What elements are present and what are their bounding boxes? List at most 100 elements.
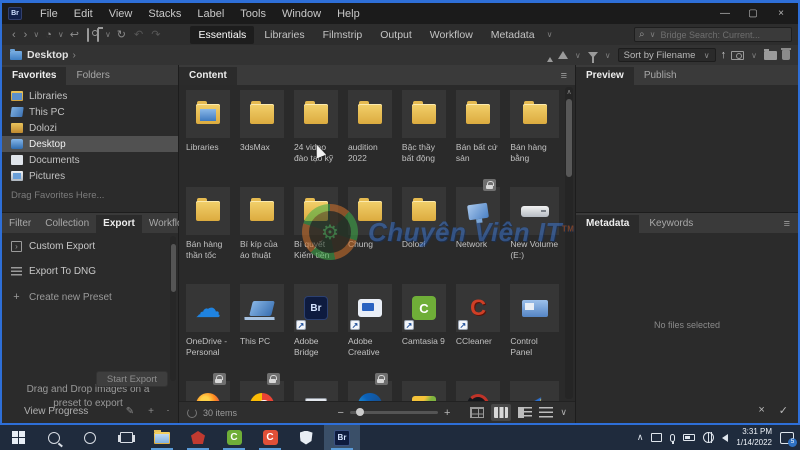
workspace-tab-libraries[interactable]: Libraries bbox=[256, 26, 312, 44]
display-tray-icon[interactable] bbox=[651, 433, 663, 442]
search-input[interactable] bbox=[660, 29, 787, 40]
grid-lock-view-icon[interactable] bbox=[470, 407, 485, 418]
menu-edit[interactable]: Edit bbox=[66, 6, 101, 22]
microphone-tray-icon[interactable] bbox=[670, 433, 676, 444]
nav-chevron-icon[interactable]: ∨ bbox=[31, 30, 41, 39]
redo-icon[interactable]: ↷ bbox=[147, 28, 164, 41]
search-box[interactable]: ⌕ ∨ bbox=[634, 27, 792, 42]
zoom-out-icon[interactable]: − bbox=[338, 407, 344, 419]
content-item[interactable]: Libraries bbox=[184, 87, 232, 184]
metadata-cancel-icon[interactable]: × bbox=[758, 404, 764, 417]
search-chevron-icon[interactable]: ∨ bbox=[648, 30, 658, 39]
metadata-menu-icon[interactable]: ≡ bbox=[776, 218, 798, 233]
export-to-dng-item[interactable]: Export To DNG bbox=[2, 252, 178, 277]
workspace-tab-metadata[interactable]: Metadata bbox=[483, 26, 543, 44]
content-item[interactable]: ↗ bbox=[346, 373, 394, 401]
get-photos-chevron-icon[interactable]: ∨ bbox=[749, 51, 759, 60]
sidebar-item-dolozi[interactable]: Dolozi bbox=[2, 120, 178, 136]
filter-funnel-icon[interactable] bbox=[587, 52, 598, 63]
content-item[interactable]: ↗ bbox=[454, 378, 502, 401]
close-button[interactable]: × bbox=[774, 8, 788, 19]
stack-chevron-icon[interactable]: ∨ bbox=[103, 30, 113, 39]
forward-icon[interactable]: › bbox=[20, 29, 32, 41]
sidebar-item-libraries[interactable]: Libraries bbox=[2, 88, 178, 104]
tab-metadata[interactable]: Metadata bbox=[576, 215, 640, 233]
content-item[interactable]: Bí kíp của áo thuật p... cách bbox=[238, 184, 286, 281]
network-tray-icon[interactable] bbox=[703, 432, 715, 443]
content-item[interactable]: Chung bbox=[346, 184, 394, 281]
content-item[interactable]: Control Panel bbox=[508, 281, 561, 378]
menu-window[interactable]: Window bbox=[274, 6, 329, 22]
tab-folders[interactable]: Folders bbox=[66, 67, 119, 85]
taskbar-adobe-bridge[interactable]: Br bbox=[324, 425, 360, 450]
delete-icon[interactable] bbox=[781, 48, 791, 60]
menu-label[interactable]: Label bbox=[189, 6, 232, 22]
recent-files-icon[interactable]: ◔ bbox=[41, 29, 56, 41]
hidden-icons-chevron-icon[interactable]: ∧ bbox=[637, 432, 644, 443]
content-item[interactable]: ↗ Adobe Creative Cloud bbox=[346, 281, 394, 378]
zoom-in-icon[interactable]: + bbox=[444, 407, 450, 419]
content-item[interactable]: ↗ bbox=[184, 373, 232, 401]
content-item[interactable]: Network bbox=[454, 179, 502, 281]
start-button[interactable] bbox=[0, 425, 36, 450]
rating-chevron-icon[interactable]: ∨ bbox=[573, 51, 583, 60]
action-center-icon[interactable]: 5 bbox=[780, 431, 797, 447]
content-item[interactable]: C ↗ CCleaner bbox=[454, 281, 502, 378]
tab-keywords[interactable]: Keywords bbox=[639, 215, 703, 233]
list-view-icon[interactable] bbox=[539, 407, 554, 418]
tab-export[interactable]: Export bbox=[96, 215, 142, 233]
view-progress-label[interactable]: View Progress bbox=[24, 406, 88, 417]
taskbar-clock[interactable]: 3:31 PM 1/14/2022 bbox=[736, 427, 772, 448]
menu-view[interactable]: View bbox=[101, 6, 141, 22]
slider-knob[interactable] bbox=[355, 408, 364, 416]
add-preset-icon[interactable]: + bbox=[148, 406, 154, 417]
tab-publish[interactable]: Publish bbox=[634, 67, 687, 85]
cortana-button[interactable] bbox=[72, 425, 108, 450]
create-preset-item[interactable]: + Create new Preset bbox=[2, 277, 178, 303]
sidebar-item-pictures[interactable]: Pictures bbox=[2, 168, 178, 184]
taskbar-defender[interactable] bbox=[288, 425, 324, 450]
custom-export-item[interactable]: › Custom Export bbox=[2, 233, 178, 252]
tab-preview[interactable]: Preview bbox=[576, 67, 634, 85]
start-export-button[interactable]: Start Export bbox=[96, 371, 168, 387]
boomerang-icon[interactable]: ↩ bbox=[66, 28, 83, 41]
get-photos-icon[interactable] bbox=[731, 50, 745, 60]
thumbnail-size-slider[interactable] bbox=[349, 408, 438, 416]
taskbar-remote-app[interactable] bbox=[180, 425, 216, 450]
content-item[interactable]: ↗ bbox=[508, 378, 561, 401]
content-item[interactable]: ☁ OneDrive - Personal bbox=[184, 281, 232, 378]
recent-chevron-icon[interactable]: ∨ bbox=[56, 30, 66, 39]
view-options-chevron-icon[interactable]: ∨ bbox=[560, 407, 567, 418]
content-item[interactable]: Bán bất cứ sản phẩ...ebook bbox=[454, 87, 502, 184]
filter-chevron-icon[interactable]: ∨ bbox=[603, 51, 613, 60]
workspace-tab-workflow[interactable]: Workflow bbox=[422, 26, 481, 44]
content-item[interactable]: Bí quyết Kiếm tiền t...cebook bbox=[292, 184, 340, 281]
detail-view-icon[interactable] bbox=[518, 407, 533, 418]
content-item[interactable]: ↗ bbox=[400, 378, 448, 401]
content-item[interactable]: Bán hàng bằng vide...stream bbox=[508, 87, 561, 184]
scroll-up-icon[interactable]: ∧ bbox=[565, 88, 573, 96]
taskbar-camtasia[interactable]: C bbox=[216, 425, 252, 450]
thumbnail-view-button[interactable] bbox=[491, 404, 512, 421]
volume-tray-icon[interactable] bbox=[722, 433, 729, 442]
content-item[interactable]: audition 2022 bbox=[346, 87, 394, 184]
new-folder-icon[interactable] bbox=[764, 48, 777, 60]
tab-content[interactable]: Content bbox=[179, 67, 237, 85]
sidebar-item-desktop[interactable]: Desktop bbox=[2, 136, 178, 152]
tab-collection[interactable]: Collection bbox=[38, 215, 96, 233]
menu-tools[interactable]: Tools bbox=[232, 6, 274, 22]
workspace-tab-output[interactable]: Output bbox=[372, 26, 420, 44]
taskbar-search-button[interactable] bbox=[36, 425, 72, 450]
camera-import-icon[interactable] bbox=[83, 27, 93, 42]
content-item[interactable]: C ↗ Camtasia 9 bbox=[400, 281, 448, 378]
export-scrollbar[interactable] bbox=[170, 236, 176, 381]
breadcrumb[interactable]: Desktop bbox=[27, 49, 68, 61]
content-item[interactable]: Dolozi bbox=[400, 184, 448, 281]
task-view-button[interactable] bbox=[108, 425, 144, 450]
content-item[interactable]: Bán hàng thần tốc v...gpage bbox=[184, 184, 232, 281]
content-item[interactable]: Bậc thầy bất động sả... thuê bbox=[400, 87, 448, 184]
maximize-button[interactable]: ▢ bbox=[746, 8, 760, 19]
content-scrollbar[interactable]: ∧ bbox=[565, 87, 573, 399]
refresh-icon[interactable]: ↻ bbox=[113, 28, 130, 41]
menu-file[interactable]: File bbox=[32, 6, 66, 22]
